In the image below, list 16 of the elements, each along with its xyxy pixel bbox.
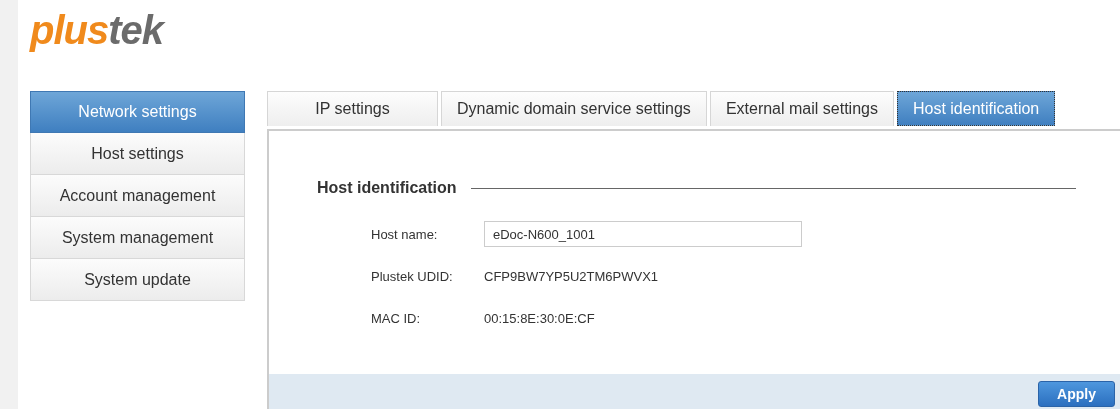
sidebar-item[interactable]: System management [30,217,245,259]
sidebar-item[interactable]: Account management [30,175,245,217]
field-label: MAC ID: [371,310,422,326]
field-label: Plustek UDID: [371,268,454,284]
field-value: 00:15:8E:30:0E:CF [484,310,595,326]
tab[interactable]: External mail settings [709,91,894,126]
sidebar-item[interactable]: Host settings [30,133,245,175]
field-value: CFP9BW7YP5U2TM6PWVX1 [484,268,659,284]
host-name-field[interactable]: eDoc-N600_1001 [484,221,802,247]
logo: plustek [30,8,164,52]
sidebar-item[interactable]: System update [30,259,245,301]
field-label: Host name: [371,226,439,242]
tab[interactable]: Dynamic domain service settings [441,91,707,126]
tab[interactable]: IP settings [267,91,438,126]
section-title: Host identification [317,179,457,197]
apply-button[interactable]: Apply [1038,381,1115,407]
